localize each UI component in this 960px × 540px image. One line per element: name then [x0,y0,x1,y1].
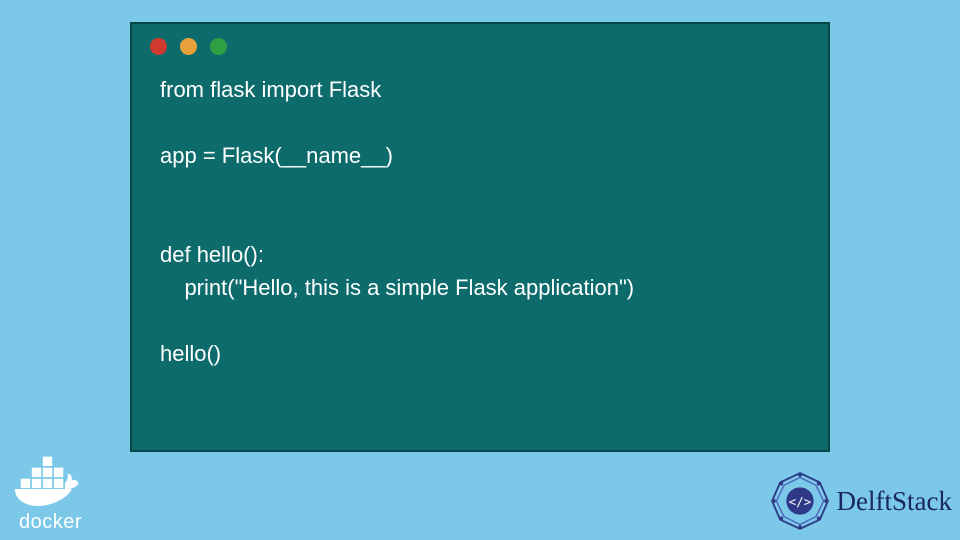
maximize-dot-icon [210,38,227,55]
code-line: app = Flask(__name__) [160,143,393,168]
code-window: from flask import Flask app = Flask(__na… [130,22,830,452]
window-controls [132,24,828,63]
code-content: from flask import Flask app = Flask(__na… [132,63,828,390]
delftstack-label: DelftStack [837,486,952,517]
code-line: def hello(): [160,242,264,267]
code-line: from flask import Flask [160,77,381,102]
delftstack-logo: </> DelftStack [769,470,952,532]
code-line: hello() [160,341,221,366]
svg-text:</>: </> [788,494,810,509]
minimize-dot-icon [180,38,197,55]
close-dot-icon [150,38,167,55]
docker-logo: docker [8,453,93,534]
docker-icon [8,453,93,513]
code-line: print("Hello, this is a simple Flask app… [160,275,634,300]
delftstack-icon: </> [769,470,831,532]
docker-label: docker [8,511,93,534]
